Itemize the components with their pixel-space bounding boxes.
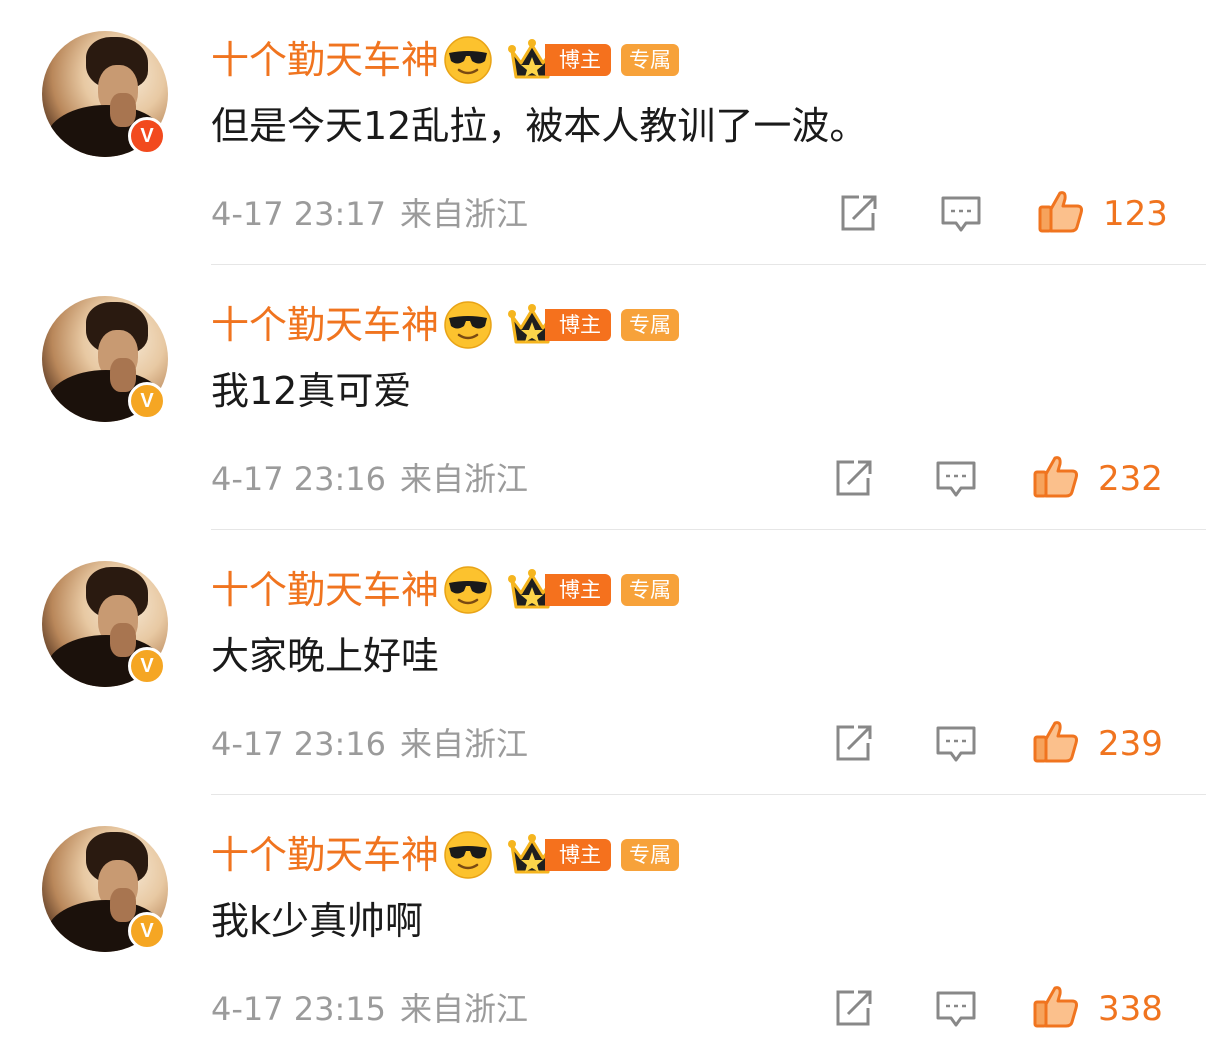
thumbs-up-icon[interactable]: [1032, 452, 1080, 500]
comment-time: 4-17 23:16: [211, 725, 387, 763]
thumbs-up-icon[interactable]: [1032, 717, 1080, 765]
comment-location: 来自浙江: [400, 725, 529, 763]
username[interactable]: 十个勤天车神: [211, 829, 439, 881]
comment-item: V 十个勤天车神 博主 专属 大家晚上好哇 4-17 23:16 来自浙江 23…: [0, 530, 1206, 795]
username[interactable]: 十个勤天车神: [211, 34, 439, 86]
verified-mark: V: [140, 390, 154, 412]
comment-header: 十个勤天车神 博主 专属: [211, 299, 680, 351]
like-count: 338: [1098, 989, 1163, 1029]
share-icon[interactable]: [832, 988, 874, 1030]
comment-header: 十个勤天车神 博主 专属: [211, 564, 680, 616]
comment-feed: V 十个勤天车神 博主 专属 但是今天12乱拉，被本人教训了一波。 4-17 2…: [0, 0, 1206, 1060]
comment-location: 来自浙江: [400, 990, 529, 1028]
sunglasses-emoji-icon: [444, 301, 492, 349]
comment-time: 4-17 23:17: [211, 195, 387, 233]
comment-item: V 十个勤天车神 博主 专属 但是今天12乱拉，被本人教训了一波。 4-17 2…: [0, 0, 1206, 265]
comment-time: 4-17 23:16: [211, 460, 387, 498]
comment-text: 但是今天12乱拉，被本人教训了一波。: [211, 104, 868, 148]
share-icon[interactable]: [832, 723, 874, 765]
thumbs-up-icon[interactable]: [1037, 187, 1085, 235]
verified-mark: V: [140, 920, 154, 942]
sunglasses-emoji-icon: [444, 831, 492, 879]
comment-meta: 4-17 23:16 来自浙江: [211, 722, 528, 766]
comment-icon[interactable]: [935, 723, 977, 765]
share-icon[interactable]: [832, 458, 874, 500]
comment-header: 十个勤天车神 博主 专属: [211, 34, 680, 86]
sunglasses-emoji-icon: [444, 36, 492, 84]
share-icon[interactable]: [837, 193, 879, 235]
comment-icon[interactable]: [940, 193, 982, 235]
comment-icon[interactable]: [935, 988, 977, 1030]
blogger-badge: 博主: [545, 44, 612, 76]
like-count: 123: [1103, 194, 1168, 234]
like-count: 239: [1098, 724, 1163, 764]
comment-text: 我k少真帅啊: [211, 899, 424, 943]
comment-text: 大家晚上好哇: [211, 634, 440, 678]
blogger-badge: 博主: [545, 574, 612, 606]
exclusive-badge: 专属: [621, 839, 680, 871]
like-count: 232: [1098, 459, 1163, 499]
exclusive-badge: 专属: [621, 309, 680, 341]
comment-item: V 十个勤天车神 博主 专属 我12真可爱 4-17 23:16 来自浙江 23…: [0, 265, 1206, 530]
comment-location: 来自浙江: [400, 195, 529, 233]
exclusive-badge: 专属: [621, 574, 680, 606]
comment-item: V 十个勤天车神 博主 专属 我k少真帅啊 4-17 23:15 来自浙江 33…: [0, 795, 1206, 1060]
comment-meta: 4-17 23:15 来自浙江: [211, 987, 528, 1031]
verified-badge-icon: V: [128, 912, 166, 950]
username[interactable]: 十个勤天车神: [211, 299, 439, 351]
comment-icon[interactable]: [935, 458, 977, 500]
comment-header: 十个勤天车神 博主 专属: [211, 829, 680, 881]
verified-mark: V: [140, 655, 154, 677]
verified-badge-icon: V: [128, 117, 166, 155]
comment-time: 4-17 23:15: [211, 990, 387, 1028]
verified-badge-icon: V: [128, 647, 166, 685]
comment-meta: 4-17 23:17 来自浙江: [211, 192, 528, 236]
comment-location: 来自浙江: [400, 460, 529, 498]
blogger-badge: 博主: [545, 839, 612, 871]
blogger-badge: 博主: [545, 309, 612, 341]
comment-meta: 4-17 23:16 来自浙江: [211, 457, 528, 501]
verified-badge-icon: V: [128, 382, 166, 420]
exclusive-badge: 专属: [621, 44, 680, 76]
thumbs-up-icon[interactable]: [1032, 982, 1080, 1030]
username[interactable]: 十个勤天车神: [211, 564, 439, 616]
comment-text: 我12真可爱: [211, 369, 412, 413]
sunglasses-emoji-icon: [444, 566, 492, 614]
verified-mark: V: [140, 125, 154, 147]
